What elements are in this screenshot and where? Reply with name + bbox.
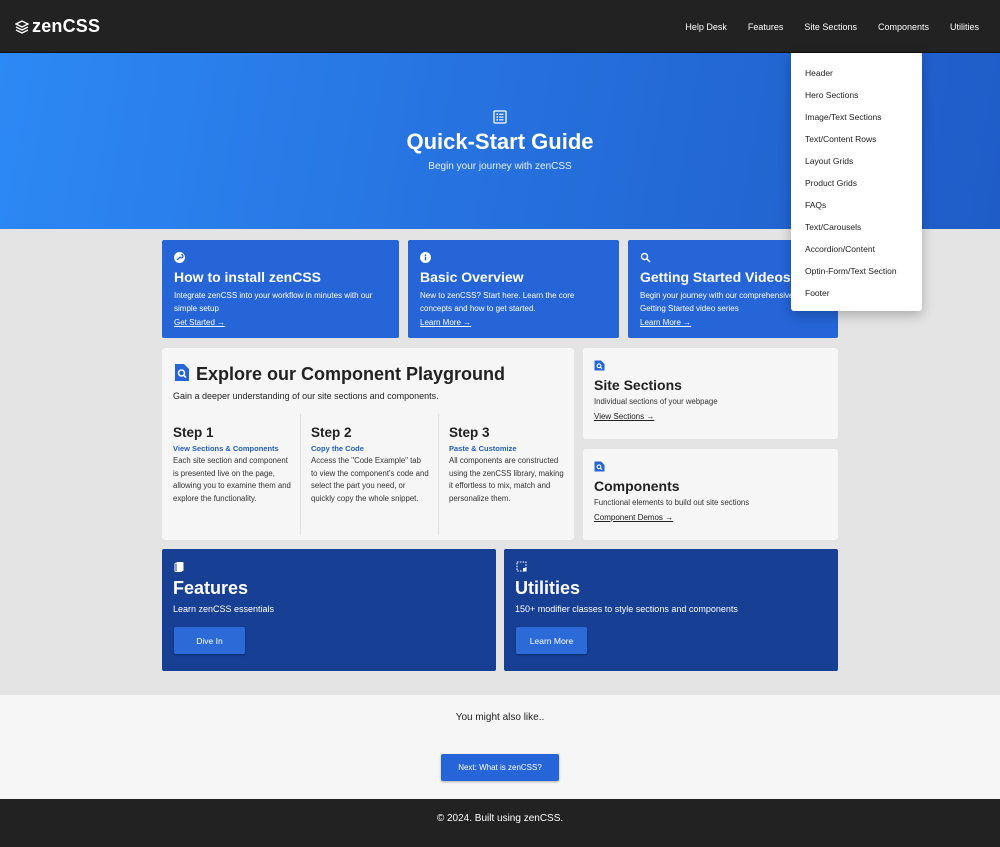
step-2-text: Access the "Code Example" tab to view th… [311, 456, 429, 503]
footer-text: © 2024. Built using zenCSS. [436, 813, 564, 824]
get-started-link[interactable]: Get Started → [174, 318, 225, 327]
site-sections-card: Site Sections Individual sections of you… [583, 348, 838, 439]
search-document-icon [594, 360, 605, 371]
component-demos-link[interactable]: Component Demos → [594, 513, 673, 522]
playground-title: Explore our Component Playground [196, 364, 506, 384]
features-card-title: Features [173, 578, 249, 598]
step-2-title: Step 2 [311, 425, 352, 440]
playground-subtitle: Gain a deeper understanding of our site … [173, 391, 439, 401]
nav-site-sections[interactable]: Site Sections [794, 22, 868, 32]
utilities-card-text: 150+ modifier classes to style sections … [515, 604, 738, 614]
install-card-text: Integrate zenCSS into your workflow in m… [174, 291, 373, 313]
step-3-text: All components are constructed using the… [449, 456, 564, 503]
search-document-icon [594, 461, 605, 472]
videos-card-text: Begin your journey with our comprehensiv… [640, 291, 794, 313]
info-icon [420, 252, 431, 263]
dropdown-item-image-text-sections[interactable]: Image/Text Sections [791, 106, 922, 128]
overview-card: Basic Overview New to zenCSS? Start here… [408, 240, 619, 338]
step-3-subtitle: Paste & Customize [449, 444, 517, 453]
dropdown-item-text-content-rows[interactable]: Text/Content Rows [791, 128, 922, 150]
dive-in-button[interactable]: Dive In [174, 627, 245, 654]
nav-utilities[interactable]: Utilities [939, 22, 1000, 32]
step-1-subtitle: View Sections & Components [173, 444, 279, 453]
features-card: Features Learn zenCSS essentials Dive In [162, 549, 496, 671]
dropdown-item-optin-form[interactable]: Optin-Form/Text Section [791, 260, 922, 282]
wrench-icon [174, 252, 185, 263]
next-page-button[interactable]: Next: What is zenCSS? [441, 754, 559, 781]
step-3: Step 3 Paste & Customize All components … [438, 414, 574, 535]
learn-more-button[interactable]: Learn More [516, 627, 587, 654]
utilities-card-title: Utilities [515, 578, 581, 598]
step-2: Step 2 Copy the Code Access the "Code Ex… [300, 414, 438, 535]
nav-components[interactable]: Components [867, 22, 939, 32]
videos-learn-more-link[interactable]: Learn More → [640, 318, 691, 327]
stack-logo-icon [15, 19, 29, 34]
also-like-text: You might also like.. [455, 712, 545, 723]
view-sections-link[interactable]: View Sections → [594, 412, 654, 421]
top-navbar: zenCSS Help Desk Features Site Sections … [0, 0, 1000, 53]
components-card-text: Functional elements to build out site se… [594, 498, 750, 507]
search-icon [640, 252, 651, 263]
overview-card-text: New to zenCSS? Start here. Learn the cor… [420, 291, 575, 313]
dropdown-item-layout-grids[interactable]: Layout Grids [791, 150, 922, 172]
dropdown-item-text-carousels[interactable]: Text/Carousels [791, 216, 922, 238]
install-card: How to install zenCSS Integrate zenCSS i… [162, 240, 399, 338]
overview-learn-more-link[interactable]: Learn More → [420, 318, 471, 327]
book-icon [174, 562, 184, 572]
playground-card: Explore our Component Playground Gain a … [162, 348, 574, 540]
step-1-title: Step 1 [173, 425, 214, 440]
dropdown-item-faqs[interactable]: FAQs [791, 194, 922, 216]
site-sections-card-text: Individual sections of your webpage [594, 397, 718, 406]
components-card: Components Functional elements to build … [583, 449, 838, 540]
list-document-icon [493, 110, 507, 124]
nav-features[interactable]: Features [737, 22, 794, 32]
videos-card-title: Getting Started Videos [640, 269, 791, 285]
site-sections-card-title: Site Sections [594, 377, 682, 393]
components-card-title: Components [594, 478, 680, 494]
install-card-title: How to install zenCSS [174, 269, 322, 285]
also-like-section: You might also like.. Next: What is zenC… [0, 695, 1000, 799]
dropdown-item-accordion-content[interactable]: Accordion/Content [791, 238, 922, 260]
brand-logo[interactable]: zenCSS [15, 16, 100, 37]
search-document-icon [175, 364, 189, 381]
dropdown-item-product-grids[interactable]: Product Grids [791, 172, 922, 194]
utilities-card: Utilities 150+ modifier classes to style… [504, 549, 838, 671]
step-1-text: Each site section and component is prese… [173, 456, 291, 503]
dropdown-item-header[interactable]: Header [791, 62, 922, 84]
selection-icon [516, 561, 527, 572]
dropdown-item-hero-sections[interactable]: Hero Sections [791, 84, 922, 106]
site-sections-dropdown: Header Hero Sections Image/Text Sections… [791, 53, 922, 311]
step-2-subtitle: Copy the Code [311, 444, 364, 453]
nav-menu: Help Desk Features Site Sections Compone… [675, 0, 1000, 53]
brand-name: zenCSS [32, 16, 101, 36]
overview-card-title: Basic Overview [420, 269, 524, 285]
step-3-title: Step 3 [449, 425, 490, 440]
features-card-text: Learn zenCSS essentials [173, 604, 275, 614]
dropdown-item-footer[interactable]: Footer [791, 282, 922, 304]
footer: © 2024. Built using zenCSS. [0, 799, 1000, 847]
nav-help-desk[interactable]: Help Desk [675, 22, 738, 32]
step-1: Step 1 View Sections & Components Each s… [162, 414, 300, 535]
